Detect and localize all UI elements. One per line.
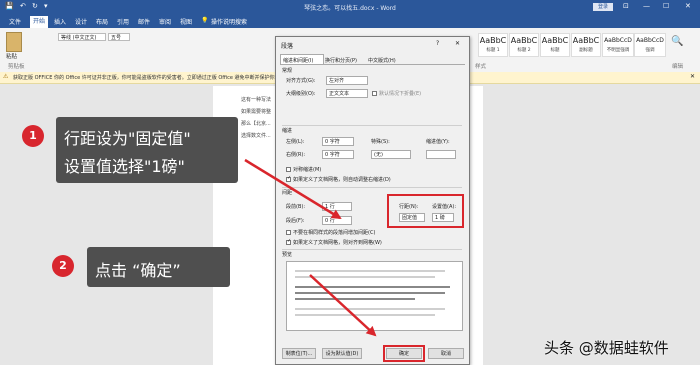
step1-callout: 行距设为"固定值" 设置值选择"1磅" [56,117,238,183]
watermark: 头条 @数据蛙软件 [544,339,669,357]
step1-line1: 行距设为"固定值" [64,129,191,148]
arrow-to-ok-button [309,274,377,337]
step1-line2: 设置值选择"1磅" [64,157,185,176]
step1-number-badge: 1 [22,125,44,147]
step2-callout: 点击 “确定” [87,247,230,287]
step2-text: 点击 “确定” [95,261,181,280]
step2-number-badge: 2 [52,255,74,277]
arrow-to-line-spacing [244,158,342,220]
